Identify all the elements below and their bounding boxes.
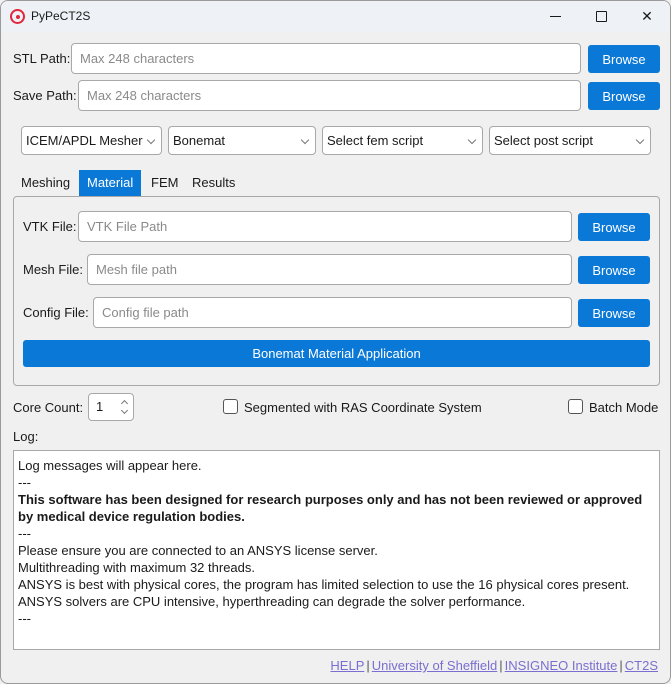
save-browse-button[interactable]: Browse (588, 82, 660, 110)
segmented-ras-label: Segmented with RAS Coordinate System (244, 400, 482, 415)
batch-mode-label: Batch Mode (589, 400, 659, 415)
separator: | (366, 658, 370, 673)
separator: | (499, 658, 503, 673)
help-link[interactable]: HELP (330, 658, 364, 673)
log-line: --- (18, 475, 31, 490)
material-dropdown-value: Bonemat (173, 133, 226, 148)
title-bar[interactable]: PyPeCT2S ✕ (1, 1, 670, 32)
spin-down-icon[interactable] (120, 406, 129, 415)
fem-script-dropdown[interactable]: Select fem script (322, 126, 483, 155)
log-line: ANSYS solvers are CPU intensive, hyperth… (18, 594, 526, 609)
post-script-dropdown-value: Select post script (494, 133, 593, 148)
core-count-label: Core Count: (13, 400, 84, 415)
log-line: --- (18, 611, 31, 626)
post-script-dropdown[interactable]: Select post script (489, 126, 651, 155)
fem-script-dropdown-value: Select fem script (327, 133, 424, 148)
segmented-ras-checkbox[interactable] (223, 399, 238, 414)
app-window: PyPeCT2S ✕ STL Path: Browse Save Path: B… (0, 0, 671, 684)
chevron-down-icon (300, 135, 310, 145)
batch-mode-checkbox[interactable] (568, 399, 583, 414)
insigneo-institute-link[interactable]: INSIGNEO Institute (505, 658, 618, 673)
config-file-label: Config File: (23, 305, 89, 320)
log-line: Multithreading with maximum 32 threads. (18, 560, 255, 575)
vtk-file-label: VTK File: (23, 219, 77, 234)
close-icon: ✕ (641, 8, 653, 24)
minimize-button[interactable] (532, 1, 578, 32)
vtk-file-input[interactable] (78, 211, 572, 242)
tab-fem[interactable]: FEM (143, 170, 186, 196)
chevron-down-icon (146, 135, 156, 145)
stl-browse-button[interactable]: Browse (588, 45, 660, 73)
log-line: This software has been designed for rese… (18, 492, 643, 524)
mesh-file-label: Mesh File: (23, 262, 83, 277)
maximize-button[interactable] (578, 1, 624, 32)
config-file-input[interactable] (93, 297, 572, 328)
close-button[interactable]: ✕ (624, 1, 670, 32)
mesher-dropdown-value: ICEM/APDL Mesher (26, 133, 143, 148)
tab-material[interactable]: Material (79, 170, 142, 196)
stl-path-input[interactable] (71, 43, 581, 74)
tab-meshing[interactable]: Meshing (13, 170, 78, 196)
mesh-file-input[interactable] (87, 254, 572, 285)
tab-results[interactable]: Results (184, 170, 243, 196)
mesh-browse-button[interactable]: Browse (578, 256, 650, 284)
chevron-down-icon (467, 135, 477, 145)
chevron-down-icon (635, 135, 645, 145)
log-line: ANSYS is best with physical cores, the p… (18, 577, 630, 592)
log-line: Log messages will appear here. (18, 458, 202, 473)
stl-path-label: STL Path: (13, 51, 71, 66)
bonemat-apply-button[interactable]: Bonemat Material Application (23, 340, 650, 367)
log-line: --- (18, 526, 31, 541)
log-output[interactable]: Log messages will appear here. --- This so… (13, 450, 660, 650)
window-title: PyPeCT2S (31, 9, 91, 23)
university-of-sheffield-link[interactable]: University of Sheffield (372, 658, 498, 673)
maximize-icon (595, 11, 607, 22)
core-count-value: 1 (96, 399, 104, 414)
footer-links: HELP | University of Sheffield | INSIGNEO In… (330, 658, 658, 673)
separator: | (619, 658, 623, 673)
log-label: Log: (13, 429, 39, 444)
minimize-icon (549, 16, 561, 17)
material-dropdown[interactable]: Bonemat (168, 126, 316, 155)
vtk-browse-button[interactable]: Browse (578, 213, 650, 241)
log-line: Please ensure you are connected to an AN… (18, 543, 378, 558)
core-count-spinbox[interactable]: 1 (88, 393, 134, 421)
save-path-label: Save Path: (13, 88, 77, 103)
mesher-dropdown[interactable]: ICEM/APDL Mesher (21, 126, 162, 155)
ct2s-link[interactable]: CT2S (625, 658, 658, 673)
config-browse-button[interactable]: Browse (578, 299, 650, 327)
save-path-input[interactable] (78, 80, 581, 111)
target-icon (10, 9, 25, 24)
